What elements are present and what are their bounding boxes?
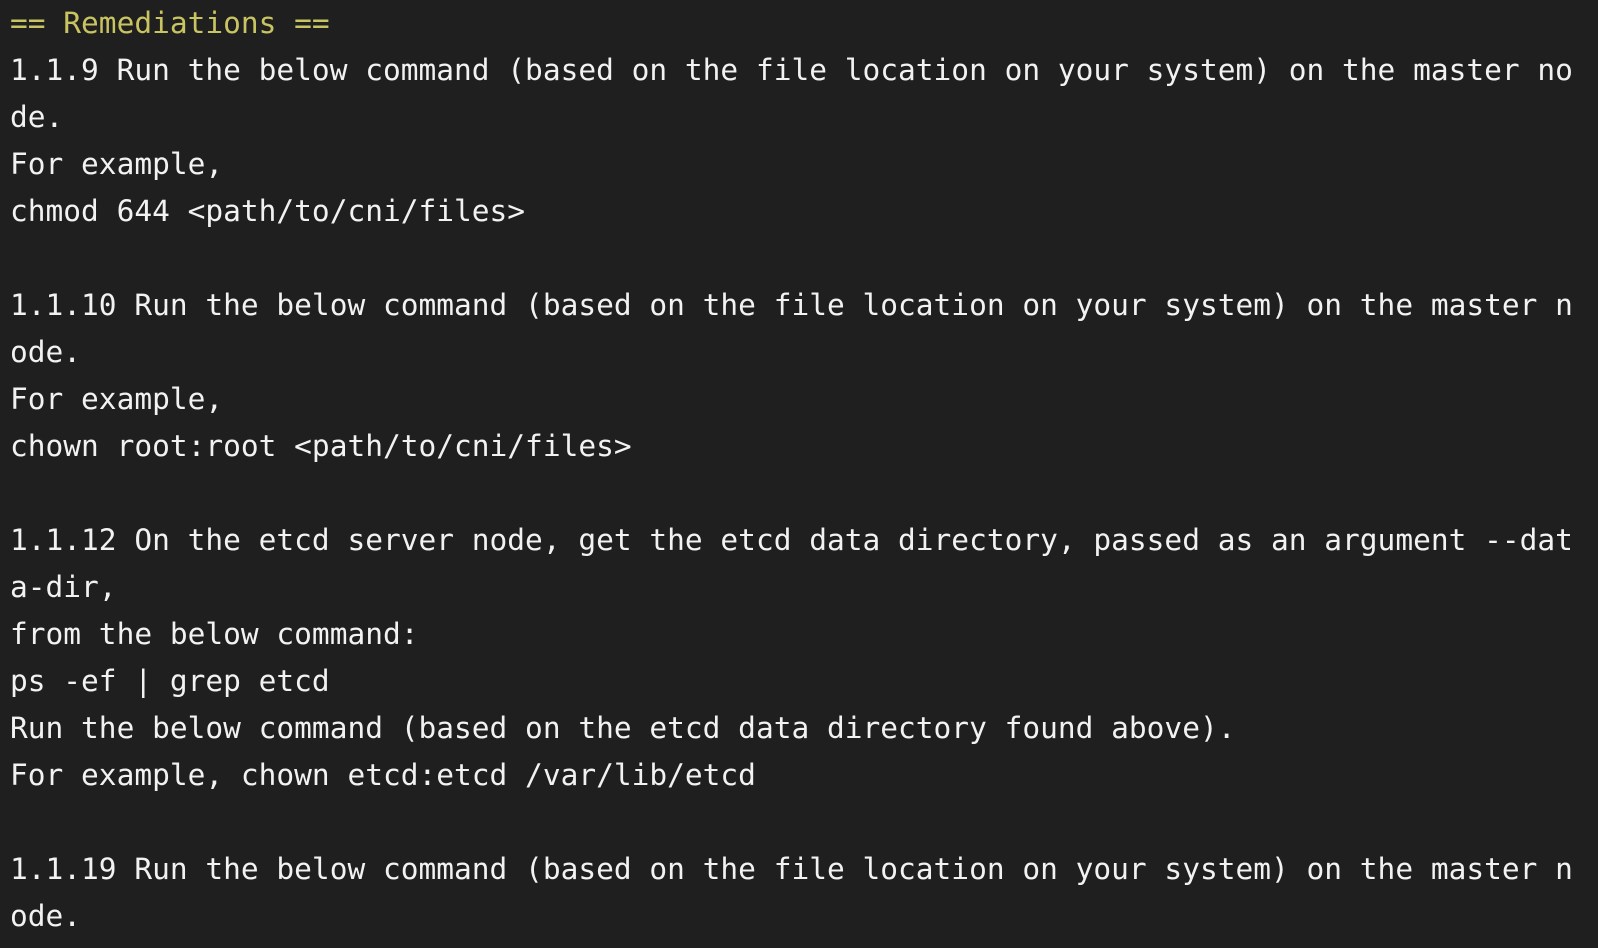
command-line: chmod 644 <path/to/cni/files> [10,194,526,228]
remediation-1-1-12-wrap: a-dir, [10,570,117,604]
terminal-output: == Remediations == 1.1.9 Run the below c… [0,0,1598,948]
remediation-1-1-10-wrap: ode. [10,335,82,369]
remediation-1-1-19-line: 1.1.19 Run the below command (based on t… [10,852,1573,886]
example-label: For example, [10,147,224,181]
example-command-line: For example, chown etcd:etcd /var/lib/et… [10,758,756,792]
remediation-1-1-19-wrap: ode. [10,899,82,933]
remediation-1-1-12-line: 1.1.12 On the etcd server node, get the … [10,523,1573,557]
instruction-line: Run the below command (based on the etcd… [10,711,1236,745]
remediation-1-1-9-line: 1.1.9 Run the below command (based on th… [10,53,1573,87]
command-line: ps -ef | grep etcd [10,664,330,698]
instruction-line: from the below command: [10,617,419,651]
remediations-header: == Remediations == [10,6,330,40]
remediation-1-1-9-wrap: de. [10,100,64,134]
remediation-1-1-10-line: 1.1.10 Run the below command (based on t… [10,288,1573,322]
example-label: For example, [10,382,224,416]
command-line: chown root:root <path/to/cni/files> [10,429,632,463]
